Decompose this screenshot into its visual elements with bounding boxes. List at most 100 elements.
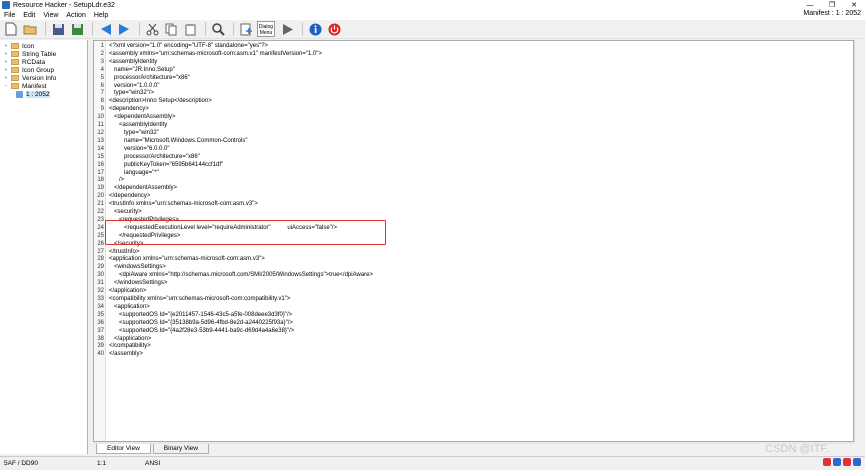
code-text[interactable]: <?xml version="1.0" encoding="UTF-8" sta… <box>109 43 373 359</box>
collapse-icon[interactable]: − <box>3 83 9 89</box>
menu-action[interactable]: Action <box>62 12 89 19</box>
line-number: 11 <box>97 122 104 129</box>
line-number: 26 <box>97 240 104 247</box>
code-line[interactable]: <security> <box>109 209 373 217</box>
menu-view[interactable]: View <box>39 12 62 19</box>
line-number: 23 <box>97 216 104 223</box>
forward-arrow-icon[interactable] <box>116 21 132 37</box>
line-number: 15 <box>97 153 104 160</box>
code-line[interactable]: type="win32" <box>109 130 373 138</box>
code-line[interactable]: </trustInfo> <box>109 249 373 257</box>
back-arrow-icon[interactable] <box>97 21 113 37</box>
line-number: 16 <box>97 161 104 168</box>
code-line[interactable]: language="*" <box>109 170 373 178</box>
code-line[interactable]: <application xmlns="urn:schemas-microsof… <box>109 256 373 264</box>
expand-icon[interactable]: + <box>3 67 9 73</box>
code-line[interactable]: <assemblyIdentity <box>109 59 373 67</box>
new-file-icon[interactable] <box>3 21 19 37</box>
minimize-button[interactable]: — <box>799 0 821 10</box>
code-line[interactable]: </application> <box>109 336 373 344</box>
line-number: 24 <box>97 224 104 231</box>
tree-item-icon[interactable]: + Icon <box>0 42 87 50</box>
resource-tree: + Icon + String Table + RCData + Icon Gr… <box>0 40 88 454</box>
copy-icon[interactable] <box>163 21 179 37</box>
code-line[interactable]: <supportedOS Id="{4a2f28e3-53b9-4441-ba9… <box>109 328 373 336</box>
code-line[interactable]: name="Microsoft.Windows.Common-Controls" <box>109 138 373 146</box>
tree-item-manifest-1-2052[interactable]: 1 : 2052 <box>0 90 87 98</box>
code-line[interactable]: </assembly> <box>109 351 373 359</box>
code-line[interactable]: version="6.0.0.0" <box>109 146 373 154</box>
code-line[interactable]: version="1.0.0.0" <box>109 83 373 91</box>
script-editor[interactable]: 1 2 3 4 5 6 7 8 9 10 11 12 13 14 15 16 17 18 19 20 21 22 23 24 2… <box>93 40 854 442</box>
tree-item-rcdata[interactable]: + RCData <box>0 58 87 66</box>
code-line[interactable]: processorArchitecture="x86" <box>109 75 373 83</box>
add-resource-icon[interactable] <box>238 21 254 37</box>
line-number: 35 <box>97 311 104 318</box>
expand-icon[interactable]: + <box>3 43 9 49</box>
menu-edit[interactable]: Edit <box>19 12 39 19</box>
code-line[interactable]: <compatibility xmlns="urn:schemas-micros… <box>109 296 373 304</box>
paste-icon[interactable] <box>182 21 198 37</box>
code-line[interactable]: <windowsSettings> <box>109 264 373 272</box>
code-line[interactable]: <supportedOS Id="{35138b9a-5d96-4fbd-8e2… <box>109 320 373 328</box>
app-icon <box>2 1 10 9</box>
tree-item-manifest[interactable]: − Manifest <box>0 82 87 90</box>
open-folder-icon[interactable] <box>22 21 38 37</box>
save-icon[interactable] <box>50 21 66 37</box>
cut-icon[interactable] <box>144 21 160 37</box>
code-line[interactable]: <application> <box>109 304 373 312</box>
expand-icon[interactable]: + <box>3 51 9 57</box>
run-script-icon[interactable] <box>279 21 295 37</box>
toolbar-separator <box>205 22 206 36</box>
code-line[interactable]: <trustInfo xmlns="urn:schemas-microsoft-… <box>109 201 373 209</box>
code-line[interactable]: <dependentAssembly> <box>109 114 373 122</box>
tree-item-icon-group[interactable]: + Icon Group <box>0 66 87 74</box>
code-line[interactable]: </windowsSettings> <box>109 280 373 288</box>
tree-item-label: Icon <box>22 42 35 50</box>
line-number: 5 <box>100 74 104 81</box>
window-controls: — ❐ ✕ <box>799 0 865 10</box>
code-line[interactable]: name="JR.Inno.Setup" <box>109 67 373 75</box>
vertical-scrollbar[interactable] <box>854 40 865 442</box>
tab-editor-view[interactable]: Editor View <box>96 444 151 454</box>
code-line[interactable]: </application> <box>109 288 373 296</box>
code-line[interactable]: type="win32"/> <box>109 90 373 98</box>
line-number: 32 <box>97 288 104 295</box>
code-line[interactable]: <description>Inno Setup</description> <box>109 98 373 106</box>
menu-help[interactable]: Help <box>90 12 112 19</box>
expand-icon[interactable]: + <box>3 59 9 65</box>
power-icon[interactable] <box>326 21 342 37</box>
dialog-menu-icon[interactable]: Dialog Menu <box>257 21 275 37</box>
tree-item-string-table[interactable]: + String Table <box>0 50 87 58</box>
code-line[interactable]: <supportedOS Id="{e2011457-1546-43c5-a5f… <box>109 312 373 320</box>
info-icon[interactable] <box>307 21 323 37</box>
code-line[interactable]: <assemblyIdentity <box>109 122 373 130</box>
code-line[interactable]: processorArchitecture="x86" <box>109 154 373 162</box>
line-number: 37 <box>97 327 104 334</box>
code-line[interactable]: </dependentAssembly> <box>109 185 373 193</box>
tree-item-version-info[interactable]: + Version Info <box>0 74 87 82</box>
code-line[interactable]: publicKeyToken="6595b64144ccf1df" <box>109 162 373 170</box>
code-line[interactable]: <?xml version="1.0" encoding="UTF-8" sta… <box>109 43 373 51</box>
title-bar: Resource Hacker - SetupLdr.e32 — ❐ ✕ <box>0 0 865 10</box>
toolbar-separator <box>302 22 303 36</box>
save-as-icon[interactable] <box>69 21 85 37</box>
menu-file[interactable]: File <box>0 12 19 19</box>
code-line[interactable]: <dpiAware xmlns="http://schemas.microsof… <box>109 272 373 280</box>
line-number: 3 <box>100 58 104 65</box>
code-line[interactable]: <assembly xmlns="urn:schemas-microsoft-c… <box>109 51 373 59</box>
maximize-button[interactable]: ❐ <box>821 0 843 10</box>
find-icon[interactable] <box>210 21 226 37</box>
code-line[interactable]: </dependency> <box>109 193 373 201</box>
watermark: CSDN @ITF. <box>765 443 829 455</box>
code-line[interactable]: </compatibility> <box>109 343 373 351</box>
code-line[interactable]: <dependency> <box>109 106 373 114</box>
line-number: 28 <box>97 256 104 263</box>
line-number: 20 <box>97 193 104 200</box>
line-number: 27 <box>97 248 104 255</box>
close-button[interactable]: ✕ <box>843 0 865 10</box>
tab-binary-view[interactable]: Binary View <box>152 444 209 454</box>
code-line[interactable]: /> <box>109 177 373 185</box>
tree-item-label: Version Info <box>22 74 57 82</box>
expand-icon[interactable]: + <box>3 75 9 81</box>
